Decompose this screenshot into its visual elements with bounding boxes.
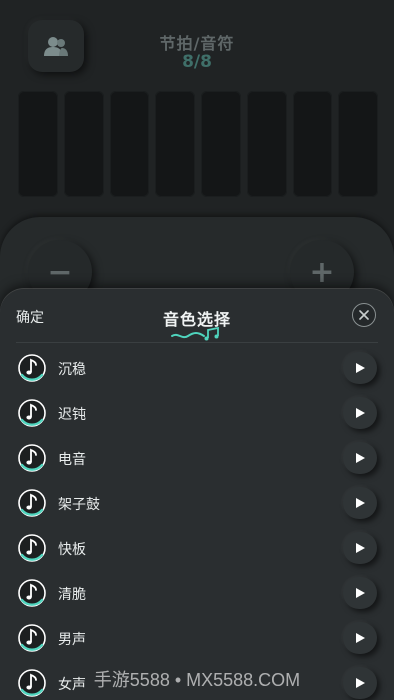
beat-cell[interactable]	[201, 91, 241, 197]
sound-item[interactable]: 男声	[0, 616, 394, 661]
close-button[interactable]	[352, 303, 376, 327]
sound-item[interactable]: 清脆	[0, 571, 394, 616]
play-icon	[356, 363, 365, 373]
close-icon	[359, 310, 369, 320]
music-note-icon	[18, 354, 46, 382]
sound-label: 男声	[58, 632, 86, 648]
sound-item[interactable]: 快板	[0, 526, 394, 571]
music-note-icon	[18, 624, 46, 652]
play-button[interactable]	[343, 622, 377, 654]
beat-cell[interactable]	[18, 91, 58, 197]
sound-label: 沉稳	[58, 362, 86, 378]
sound-item[interactable]: 迟钝	[0, 391, 394, 436]
beat-cell[interactable]	[246, 91, 287, 197]
play-icon	[356, 543, 365, 553]
beat-note-title: 节拍/音符	[159, 34, 235, 53]
sound-item[interactable]: 沉稳	[0, 346, 394, 391]
plus-icon: +	[309, 254, 335, 290]
sound-label: 迟钝	[58, 407, 86, 423]
music-note-icon	[18, 579, 46, 607]
sound-item[interactable]: 电音	[0, 436, 394, 481]
beat-cell[interactable]	[63, 91, 104, 197]
play-icon	[356, 588, 365, 598]
beat-cell[interactable]	[292, 91, 333, 197]
beat-grid	[18, 91, 378, 197]
music-note-icon	[18, 444, 46, 472]
watermark: 手游5588 • MX5588.COM	[93, 670, 301, 690]
beat-cell[interactable]	[109, 91, 150, 197]
music-note-icon	[18, 399, 46, 427]
sound-label: 电音	[58, 452, 86, 468]
play-icon	[356, 633, 365, 643]
play-button[interactable]	[343, 487, 377, 519]
sound-label: 快板	[58, 542, 86, 558]
beat-count: 8/8	[182, 52, 212, 72]
play-button[interactable]	[343, 442, 377, 474]
sound-item[interactable]: 架子鼓	[0, 481, 394, 526]
music-note-icon	[18, 534, 46, 562]
play-icon	[356, 498, 365, 508]
play-icon	[356, 453, 365, 463]
play-icon	[356, 408, 365, 418]
sound-label: 清脆	[58, 587, 86, 603]
play-button[interactable]	[343, 352, 377, 384]
sound-label: 架子鼓	[58, 497, 100, 513]
beat-cell[interactable]	[155, 91, 195, 197]
header-divider	[16, 342, 378, 343]
play-button[interactable]	[343, 577, 377, 609]
minus-icon: −	[47, 254, 73, 290]
beat-cell[interactable]	[338, 91, 378, 197]
music-note-icon	[18, 489, 46, 517]
wave-decoration-icon	[171, 327, 219, 341]
sound-select-sheet: 确定 音色选择 沉稳 迟钝 电音 架子鼓 快板 清脆 男声 女声	[0, 289, 394, 700]
play-button[interactable]	[343, 532, 377, 564]
sound-list: 沉稳 迟钝 电音 架子鼓 快板 清脆 男声 女声	[0, 346, 394, 700]
play-button[interactable]	[343, 397, 377, 429]
